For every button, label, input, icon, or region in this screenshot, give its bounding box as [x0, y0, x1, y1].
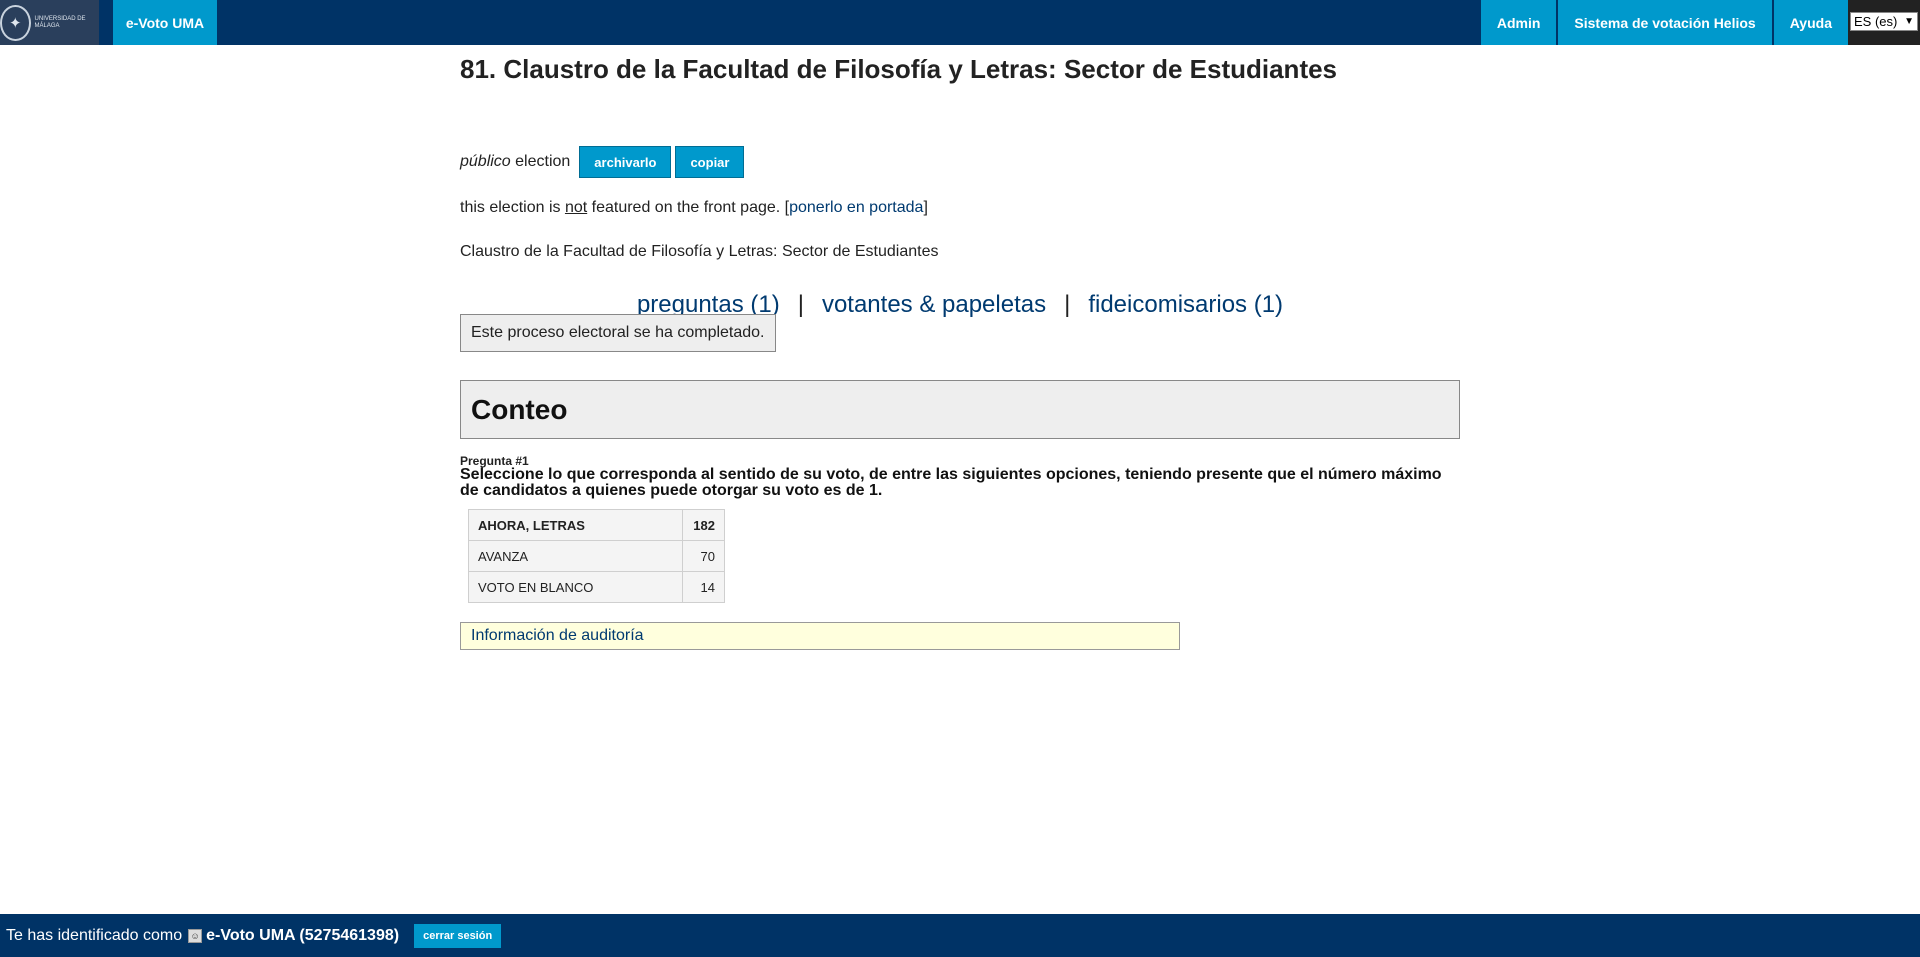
nav-menu: Admin Sistema de votación Helios Ayuda [1479, 0, 1848, 45]
logged-in-prefix: Te has identificado como [6, 926, 183, 944]
candidate-votes: 70 [682, 540, 725, 572]
candidate-name: AHORA, LETRAS [468, 509, 683, 541]
election-type-suffix: election [510, 153, 571, 170]
page-title: 81. Claustro de la Facultad de Filosofía… [460, 54, 1338, 84]
audit-info-link[interactable]: Información de auditoría [471, 627, 644, 645]
election-type: público [460, 153, 511, 170]
featured-status: this election is not featured on the fro… [460, 199, 928, 217]
copy-button[interactable]: copiar [675, 146, 745, 178]
nav-helios[interactable]: Sistema de votación Helios [1558, 0, 1772, 45]
completed-status-box: Este proceso electoral se ha completado. [460, 314, 776, 352]
table-row: AHORA, LETRAS 182 [468, 509, 725, 541]
candidate-name: AVANZA [468, 540, 683, 572]
results-table: AHORA, LETRAS 182 AVANZA 70 VOTO EN BLAN… [468, 509, 725, 603]
table-row: AVANZA 70 [468, 540, 725, 572]
candidate-name: VOTO EN BLANCO [468, 571, 683, 603]
tab-separator: | [1064, 291, 1071, 318]
tally-header: Conteo [460, 380, 1460, 439]
footer-bar: Te has identificado como ☺ e-Voto UMA (5… [0, 914, 1920, 957]
seal-icon: ✦ [0, 4, 31, 41]
question-text: Seleccione lo que corresponda al sentido… [460, 466, 1442, 499]
user-icon: ☺ [188, 928, 203, 943]
logo-text: UNIVERSIDAD DE MÁLAGA [34, 15, 86, 29]
brand-link[interactable]: e-Voto UMA [113, 0, 217, 45]
top-navbar: ✦ UNIVERSIDAD DE MÁLAGA e-Voto UMA Admin… [0, 0, 1920, 45]
audit-info-box: Información de auditoría [460, 622, 1180, 650]
candidate-votes: 14 [682, 571, 725, 603]
tab-trustees[interactable]: fideicomisarios (1) [1088, 291, 1283, 318]
user-name: e-Voto UMA (5275461398) [206, 926, 400, 944]
logout-button[interactable]: cerrar sesión [414, 923, 502, 948]
university-logo[interactable]: ✦ UNIVERSIDAD DE MÁLAGA [0, 0, 99, 45]
language-area: ES (es) ▼ [1848, 0, 1920, 45]
tally-heading: Conteo [471, 393, 568, 425]
tab-voters[interactable]: votantes & papeletas [822, 291, 1046, 318]
featured-suffix: featured on the front page. [ [587, 199, 790, 216]
table-row: VOTO EN BLANCO 14 [468, 571, 725, 603]
language-value: ES (es) [1854, 14, 1898, 29]
feature-link[interactable]: ponerlo en portada [789, 199, 923, 216]
featured-close: ] [923, 199, 928, 216]
candidate-votes: 182 [682, 509, 725, 541]
nav-admin[interactable]: Admin [1480, 0, 1557, 45]
tab-separator: | [797, 291, 804, 318]
language-select[interactable]: ES (es) ▼ [1850, 12, 1918, 31]
archive-button[interactable]: archivarlo [579, 146, 672, 178]
featured-prefix: this election is [460, 199, 565, 216]
nav-help[interactable]: Ayuda [1773, 0, 1848, 45]
featured-not: not [564, 199, 588, 216]
chevron-down-icon: ▼ [1904, 16, 1914, 27]
election-type-row: público election archivarlo copiar [460, 146, 745, 178]
election-description: Claustro de la Facultad de Filosofía y L… [460, 243, 939, 260]
